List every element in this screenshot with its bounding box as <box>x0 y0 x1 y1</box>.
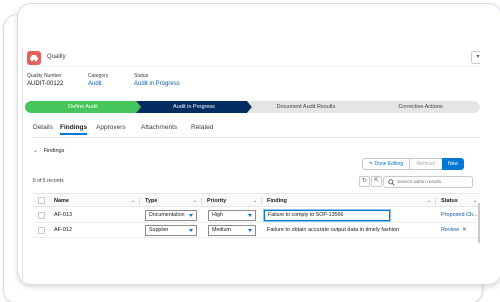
priority-select[interactable]: High <box>208 210 256 221</box>
table-header: Name ⌄ Type ⌄ Priority ⌄ Finding ⌄ Statu… <box>33 193 480 207</box>
column-divider <box>139 197 140 205</box>
column-header-type[interactable]: Type <box>145 194 157 208</box>
car-icon <box>27 51 41 65</box>
cell-name[interactable]: AF-012 <box>54 223 72 238</box>
field-label: Category <box>88 73 109 79</box>
column-divider <box>435 197 436 205</box>
priority-select-value: Medium <box>212 227 231 233</box>
cell-name[interactable]: AF-013 <box>54 208 72 223</box>
tab-details[interactable]: Details <box>33 124 53 131</box>
field-quality-number: Quality Number AUDIT-00122 <box>27 73 63 87</box>
record-page: Quality ▾ Quality Number AUDIT-00122 Cat… <box>22 48 480 282</box>
finding-input-value: Failure to comply to SOP-13566 <box>268 212 344 218</box>
search-icon <box>388 179 395 186</box>
header-menu-button[interactable]: ▾ <box>471 51 480 64</box>
edit-icon: ✎ <box>368 161 374 167</box>
path-step-document-audit-results[interactable]: Document Audit Results <box>247 101 365 113</box>
tabs-divider <box>33 137 480 138</box>
search-box <box>383 176 473 188</box>
field-value: AUDIT-00122 <box>27 81 64 87</box>
chevron-down-icon[interactable]: ⌄ <box>193 194 197 208</box>
new-button[interactable]: New <box>442 158 464 170</box>
section-title: Findings <box>43 148 65 154</box>
column-header-status[interactable]: Status <box>441 194 458 208</box>
finding-input[interactable]: Failure to comply to SOP-13566 <box>264 210 390 221</box>
path-step-audit-in-progress[interactable]: Audit in Progress <box>136 101 252 113</box>
record-header: Quality ▾ <box>23 48 480 67</box>
chevron-down-icon[interactable]: ⌄ <box>131 194 135 208</box>
record-count: 5 of 5 records <box>33 178 64 184</box>
done-editing-button[interactable]: ✎ Done Editing <box>362 158 410 170</box>
field-label: Status <box>134 73 149 79</box>
chevron-down-icon: ⌄ <box>33 148 39 154</box>
column-header-priority[interactable]: Priority <box>207 194 226 208</box>
table-scrollbar[interactable] <box>478 203 480 243</box>
path-step-corrective-actions[interactable]: Corrective Actions <box>360 101 480 113</box>
priority-select[interactable]: Medium <box>208 225 256 236</box>
table-settings-icon[interactable]: ⇱ <box>371 176 382 187</box>
caret-down-icon <box>248 229 252 232</box>
screenshot-frame: Quality ▾ Quality Number AUDIT-00122 Cat… <box>0 0 500 302</box>
category-link[interactable]: Audit <box>88 81 108 87</box>
list-toolbar: ✎ Done Editing Remove New <box>362 158 474 170</box>
tab-related[interactable]: Related <box>191 124 213 131</box>
findings-section-toggle[interactable]: ⌄ Findings <box>33 147 64 154</box>
table-row[interactable]: AF-012 Supplier Medium Failure to obtain… <box>33 223 480 238</box>
caret-down-icon <box>248 214 252 217</box>
row-checkbox[interactable] <box>38 212 45 219</box>
column-divider <box>201 197 202 205</box>
type-select-value: Supplier <box>149 227 169 233</box>
tab-approvers[interactable]: Approvers <box>96 124 126 131</box>
path-step-define-audit[interactable]: Define Audit <box>25 101 141 113</box>
column-divider <box>261 197 262 205</box>
status-link[interactable]: Review <box>441 227 459 233</box>
close-icon[interactable]: ✕ <box>462 227 467 233</box>
type-select[interactable]: Supplier <box>145 225 197 236</box>
status-cell: Proposed Ch...✕ <box>441 208 480 223</box>
caret-down-icon <box>189 229 193 232</box>
priority-select-value: High <box>212 212 223 218</box>
field-label: Quality Number <box>27 73 62 79</box>
chevron-down-icon[interactable]: ⌄ <box>427 194 431 208</box>
tab-findings[interactable]: Findings <box>60 124 88 135</box>
type-select-value: Documentation <box>149 212 185 218</box>
remove-button[interactable]: Remove <box>409 158 443 170</box>
column-header-finding[interactable]: Finding <box>267 194 287 208</box>
chevron-down-icon[interactable]: ⌄ <box>473 194 477 208</box>
cell-finding[interactable]: Failure to obtain accurate output data i… <box>267 223 399 238</box>
type-select[interactable]: Documentation <box>145 210 197 221</box>
status-cell: Review ✕ <box>441 223 467 238</box>
status-link[interactable]: Proposed Ch... <box>441 212 478 218</box>
chevron-down-icon[interactable]: ⌄ <box>253 194 257 208</box>
column-header-name[interactable]: Name <box>54 194 69 208</box>
object-label: Quality <box>47 54 66 60</box>
caret-down-icon <box>189 214 193 217</box>
search-input[interactable] <box>397 178 471 187</box>
tab-attachments[interactable]: Attachments <box>141 124 177 131</box>
select-all-checkbox[interactable] <box>38 197 45 204</box>
status-link[interactable]: Audit in Progress <box>134 81 180 87</box>
row-checkbox[interactable] <box>38 227 45 234</box>
table-row[interactable]: AF-013 Documentation High Failure to com… <box>33 208 480 223</box>
field-category: Category Audit <box>88 73 108 87</box>
field-status: Status Audit in Progress <box>134 73 180 87</box>
refresh-icon[interactable]: ↻ <box>359 176 370 187</box>
status-path: Define Audit Audit in Progress Document … <box>25 101 480 113</box>
done-editing-label: Done Editing <box>374 161 404 167</box>
